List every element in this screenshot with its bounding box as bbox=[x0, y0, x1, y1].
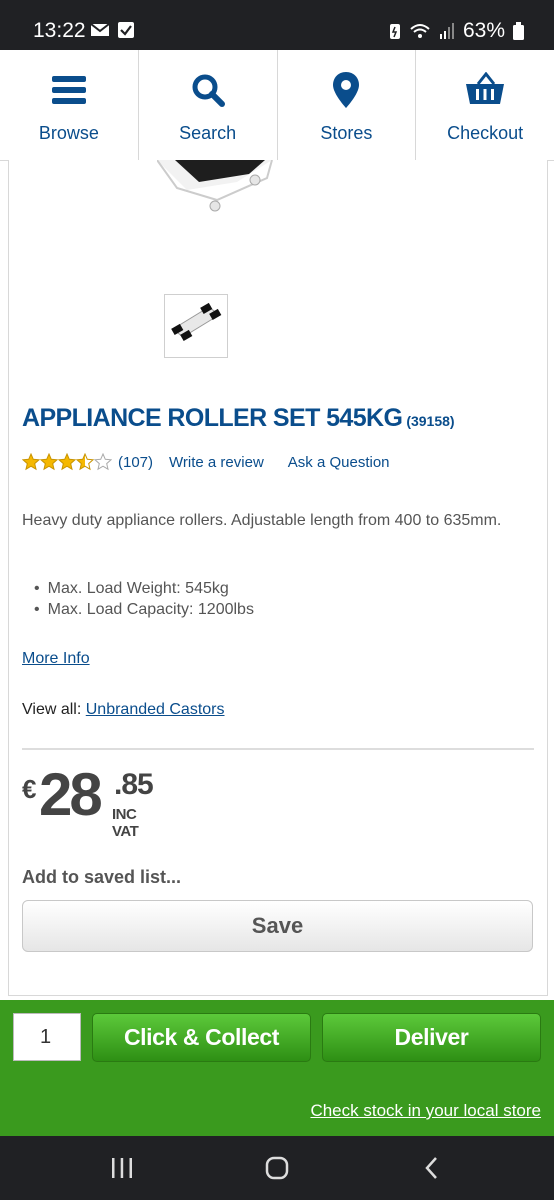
save-button[interactable]: Save bbox=[22, 900, 533, 952]
product-description: Heavy duty appliance rollers. Adjustable… bbox=[22, 512, 502, 529]
purchase-bar: 1 Click & Collect Deliver Check stock in… bbox=[0, 1000, 554, 1136]
nav-search[interactable]: Search bbox=[139, 50, 278, 160]
home-icon[interactable] bbox=[265, 1156, 289, 1180]
nav-stores-label: Stores bbox=[320, 123, 373, 143]
recents-icon[interactable] bbox=[110, 1157, 134, 1179]
rating-row: (107) Write a review Ask a Question bbox=[22, 453, 390, 471]
basket-icon bbox=[464, 67, 506, 113]
menu-icon bbox=[51, 67, 86, 113]
feature-list: Max. Load Weight: 545kg Max. Load Capaci… bbox=[22, 578, 254, 620]
product-code: (39158) bbox=[406, 413, 455, 429]
battery-percent: 63% bbox=[462, 19, 505, 42]
ask-question-link[interactable]: Ask a Question bbox=[288, 454, 390, 471]
wifi-icon bbox=[410, 24, 430, 38]
view-all-label: View all: bbox=[22, 701, 82, 718]
saved-list-label: Add to saved list... bbox=[22, 867, 182, 887]
price-cents: .85 bbox=[114, 768, 154, 801]
price-euros: 28 bbox=[39, 761, 103, 828]
product-image bbox=[157, 160, 277, 216]
mail-icon bbox=[90, 23, 110, 36]
back-icon[interactable] bbox=[424, 1156, 440, 1180]
quantity-input[interactable]: 1 bbox=[13, 1013, 81, 1061]
system-nav-bar bbox=[0, 1136, 554, 1200]
review-count[interactable]: (107) bbox=[118, 454, 153, 471]
checkbox-icon bbox=[118, 22, 134, 38]
unbranded-castors-link[interactable]: Unbranded Castors bbox=[86, 701, 225, 718]
star-icon bbox=[58, 453, 76, 471]
price-currency: € bbox=[22, 774, 37, 804]
check-stock-link[interactable]: Check stock in your local store bbox=[310, 1101, 541, 1121]
product-title: APPLIANCE ROLLER SET 545KG (39158) bbox=[22, 404, 455, 433]
signal-icon bbox=[439, 23, 454, 39]
more-info-link[interactable]: More Info bbox=[22, 650, 90, 668]
nav-stores[interactable]: Stores bbox=[278, 50, 417, 160]
divider bbox=[22, 748, 534, 750]
star-icon bbox=[76, 453, 94, 471]
star-icon bbox=[94, 453, 112, 471]
feature-item: Max. Load Capacity: 1200lbs bbox=[22, 599, 254, 620]
nav-checkout[interactable]: Checkout bbox=[416, 50, 554, 160]
view-all: View all: Unbranded Castors bbox=[22, 701, 225, 719]
star-icon bbox=[40, 453, 58, 471]
search-icon bbox=[191, 67, 225, 113]
product-name: APPLIANCE ROLLER SET 545KG bbox=[22, 404, 403, 432]
star-rating bbox=[22, 453, 112, 471]
battery-saver-icon bbox=[389, 24, 400, 39]
click-collect-button[interactable]: Click & Collect bbox=[92, 1013, 311, 1062]
top-navigation: Browse Search Stores Checkout bbox=[0, 50, 554, 161]
status-time: 13:22 bbox=[33, 19, 86, 42]
nav-search-label: Search bbox=[179, 123, 237, 143]
write-review-link[interactable]: Write a review bbox=[169, 454, 264, 471]
product-thumbnail[interactable] bbox=[164, 294, 228, 358]
product-panel: APPLIANCE ROLLER SET 545KG (39158) (107) … bbox=[8, 160, 548, 996]
nav-checkout-label: Checkout bbox=[447, 123, 524, 143]
feature-item: Max. Load Weight: 545kg bbox=[22, 578, 254, 599]
deliver-button[interactable]: Deliver bbox=[322, 1013, 541, 1062]
star-icon bbox=[22, 453, 40, 471]
nav-browse-label: Browse bbox=[38, 123, 99, 143]
price-vat-label: INC VAT bbox=[112, 806, 139, 840]
nav-browse[interactable]: Browse bbox=[0, 50, 139, 160]
battery-icon bbox=[513, 22, 524, 40]
location-pin-icon bbox=[333, 67, 360, 113]
